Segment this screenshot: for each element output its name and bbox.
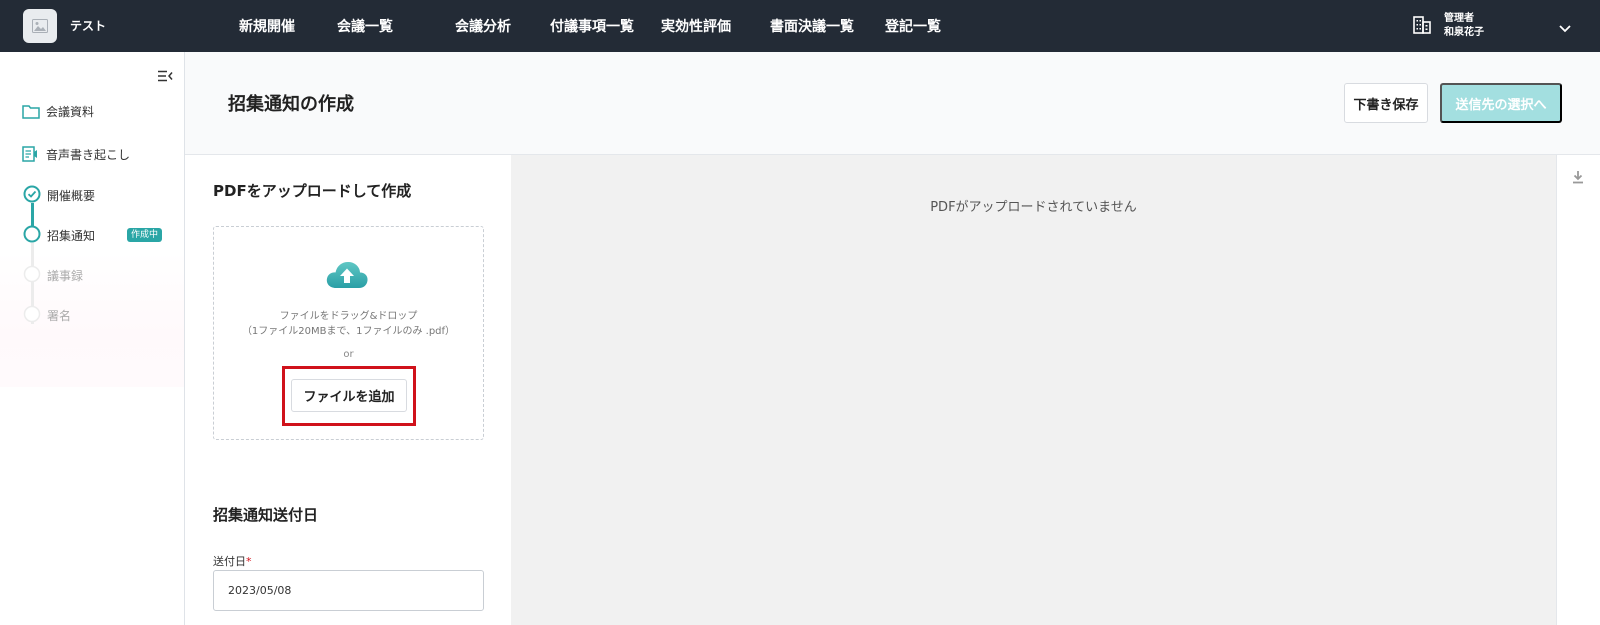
pdf-preview-area: PDFがアップロードされていません bbox=[511, 155, 1556, 625]
nav-registration-list[interactable]: 登記一覧 bbox=[885, 16, 941, 36]
step-current-circle-icon bbox=[23, 225, 41, 243]
transcription-icon bbox=[22, 145, 40, 163]
collapse-sidebar-icon[interactable] bbox=[157, 67, 173, 86]
send-date-input[interactable] bbox=[213, 570, 484, 611]
upload-section-heading: PDFをアップロードして作成 bbox=[213, 182, 412, 200]
cloud-upload-icon bbox=[325, 259, 369, 295]
step-label-notice[interactable]: 招集通知 bbox=[47, 227, 95, 244]
step-pending-circle-icon bbox=[23, 265, 41, 283]
file-limit-note: （1ファイル20MBまで、1ファイルのみ .pdf） bbox=[241, 326, 456, 337]
step-done-check-icon bbox=[23, 185, 41, 203]
select-recipients-button[interactable]: 送信先の選択へ bbox=[1440, 83, 1562, 123]
nav-meeting-list[interactable]: 会議一覧 bbox=[337, 16, 393, 36]
nav-effectiveness-evaluation[interactable]: 実効性評価 bbox=[661, 16, 731, 36]
sidebar-item-label: 会議資料 bbox=[46, 104, 95, 119]
download-icon[interactable] bbox=[1571, 169, 1585, 188]
building-icon bbox=[1413, 16, 1431, 38]
step-pending-circle-icon bbox=[23, 305, 41, 323]
or-separator: or bbox=[343, 349, 354, 360]
nav-written-resolutions[interactable]: 書面決議一覧 bbox=[770, 16, 854, 36]
sidebar-item-label: 音声書き起こし bbox=[46, 147, 131, 162]
step-label-minutes: 議事録 bbox=[47, 269, 84, 283]
preview-toolbar bbox=[1556, 155, 1600, 625]
folder-icon bbox=[22, 102, 40, 120]
upload-panel: PDFをアップロードして作成 ファイルをドラッグ&ドロップ （1ファイル20MB… bbox=[185, 155, 511, 625]
user-name: 和泉花子 bbox=[1444, 27, 1484, 38]
sidebar-item-meeting-materials[interactable]: 会議資料 bbox=[22, 101, 94, 121]
file-dropzone[interactable]: ファイルをドラッグ&ドロップ （1ファイル20MBまで、1ファイルのみ .pdf… bbox=[213, 226, 484, 440]
send-date-heading: 招集通知送付日 bbox=[213, 506, 319, 524]
step-label-signature: 署名 bbox=[47, 309, 72, 323]
chevron-down-icon[interactable] bbox=[1558, 19, 1572, 38]
drop-instruction: ファイルをドラッグ&ドロップ bbox=[279, 311, 418, 322]
required-mark: * bbox=[246, 555, 252, 568]
app-logo-image-icon[interactable] bbox=[23, 9, 57, 43]
sidebar: 会議資料 音声書き起こし 開催概要 招集通知 作成中 議事録 署名 bbox=[0, 52, 185, 625]
page-header: 招集通知の作成 下書き保存 送信先の選択へ bbox=[185, 52, 1600, 155]
save-draft-button[interactable]: 下書き保存 bbox=[1344, 83, 1428, 123]
step-label-overview[interactable]: 開催概要 bbox=[47, 187, 95, 204]
sidebar-item-transcription[interactable]: 音声書き起こし bbox=[22, 144, 130, 164]
nav-meeting-analysis[interactable]: 会議分析 bbox=[455, 16, 511, 36]
top-navigation-bar: テスト 新規開催 会議一覧 会議分析 付議事項一覧 実効性評価 書面決議一覧 登… bbox=[0, 0, 1600, 52]
app-name: テスト bbox=[70, 19, 107, 33]
send-date-label: 送付日* bbox=[213, 555, 252, 568]
preview-empty-message: PDFがアップロードされていません bbox=[930, 200, 1137, 215]
nav-agenda-items[interactable]: 付議事項一覧 bbox=[550, 16, 634, 36]
page-title: 招集通知の作成 bbox=[228, 94, 354, 115]
add-file-button[interactable]: ファイルを追加 bbox=[291, 379, 407, 412]
status-badge: 作成中 bbox=[127, 228, 163, 242]
nav-new-meeting[interactable]: 新規開催 bbox=[239, 16, 295, 36]
user-role: 管理者 bbox=[1444, 13, 1474, 24]
